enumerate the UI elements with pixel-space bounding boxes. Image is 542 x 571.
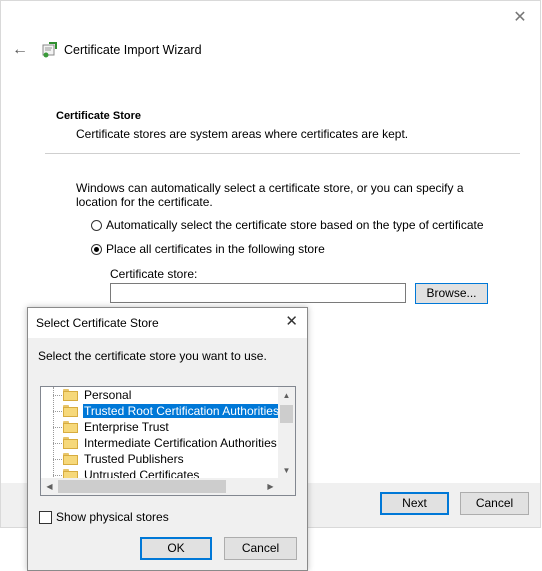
scroll-down-icon[interactable]: ▼ [278,462,295,479]
tree-item-personal[interactable]: Personal [41,387,279,403]
folder-icon [63,453,78,465]
tree-connector [53,443,62,444]
dialog-titlebar: Select Certificate Store ✕ [28,308,307,338]
tree-item-trusted-publishers[interactable]: Trusted Publishers [41,451,279,467]
tree-items: Personal Trusted Root Certification Auth… [41,387,279,479]
horizontal-scroll-thumb[interactable] [58,480,226,493]
folder-icon [63,421,78,433]
tree-connector [53,427,62,428]
show-physical-stores-checkbox[interactable]: Show physical stores [39,510,169,524]
divider [45,153,520,154]
tree-item-trusted-root[interactable]: Trusted Root Certification Authorities [41,403,279,419]
radio-place-label: Place all certificates in the following … [106,242,325,256]
wizard-title: Certificate Import Wizard [64,43,202,57]
vertical-scrollbar[interactable]: ▲ ▼ [278,387,295,479]
section-title: Certificate Store [56,110,141,122]
radio-button[interactable] [91,219,102,231]
scroll-left-icon[interactable]: ◀ [41,478,58,495]
tree-item-label: Personal [84,388,132,402]
dialog-instruction: Select the certificate store you want to… [38,349,267,363]
tree-item-label: Enterprise Trust [84,420,169,434]
tree-item-label: Intermediate Certification Authorities [84,436,277,450]
section-description: Certificate stores are system areas wher… [76,127,409,141]
close-icon[interactable]: ✕ [285,314,298,330]
folder-icon [63,405,78,417]
cancel-button[interactable]: Cancel [460,492,529,515]
folder-icon [63,437,78,449]
show-physical-stores-label: Show physical stores [56,510,169,524]
certificate-icon [40,41,58,59]
select-certificate-store-dialog: Select Certificate Store ✕ Select the ce… [27,307,308,571]
vertical-scroll-thumb[interactable] [280,405,293,423]
tree-item-label: Trusted Publishers [84,452,184,466]
scrollbar-corner [278,478,295,495]
tree-connector [53,475,62,476]
dialog-title: Select Certificate Store [36,316,159,330]
radio-place-in-store[interactable]: Place all certificates in the following … [91,242,325,256]
radio-auto-label: Automatically select the certificate sto… [106,218,484,232]
next-button[interactable]: Next [380,492,449,515]
back-arrow-icon[interactable]: ← [12,41,30,59]
scroll-up-icon[interactable]: ▲ [278,387,295,404]
scroll-right-icon[interactable]: ▶ [262,478,279,495]
tree-item-label: Trusted Root Certification Authorities [83,404,279,418]
horizontal-scrollbar[interactable]: ◀ ▶ [41,478,279,495]
tree-item-enterprise-trust[interactable]: Enterprise Trust [41,419,279,435]
radio-auto-select[interactable]: Automatically select the certificate sto… [91,218,484,232]
browse-button[interactable]: Browse... [415,283,488,304]
tree-connector [53,411,62,412]
tree-connector [53,395,62,396]
radio-button-selected[interactable] [91,243,102,255]
tree-connector [53,459,62,460]
certificate-store-input[interactable] [110,283,406,303]
ok-button[interactable]: OK [140,537,212,560]
intro-text: Windows can automatically select a certi… [76,181,464,209]
checkbox[interactable] [39,510,52,524]
close-icon[interactable]: ✕ [512,10,528,26]
tree-item-intermediate-ca[interactable]: Intermediate Certification Authorities [41,435,279,451]
certificate-store-label: Certificate store: [110,267,198,281]
folder-icon [63,389,78,401]
dialog-cancel-button[interactable]: Cancel [224,537,297,560]
store-tree[interactable]: Personal Trusted Root Certification Auth… [40,386,296,496]
